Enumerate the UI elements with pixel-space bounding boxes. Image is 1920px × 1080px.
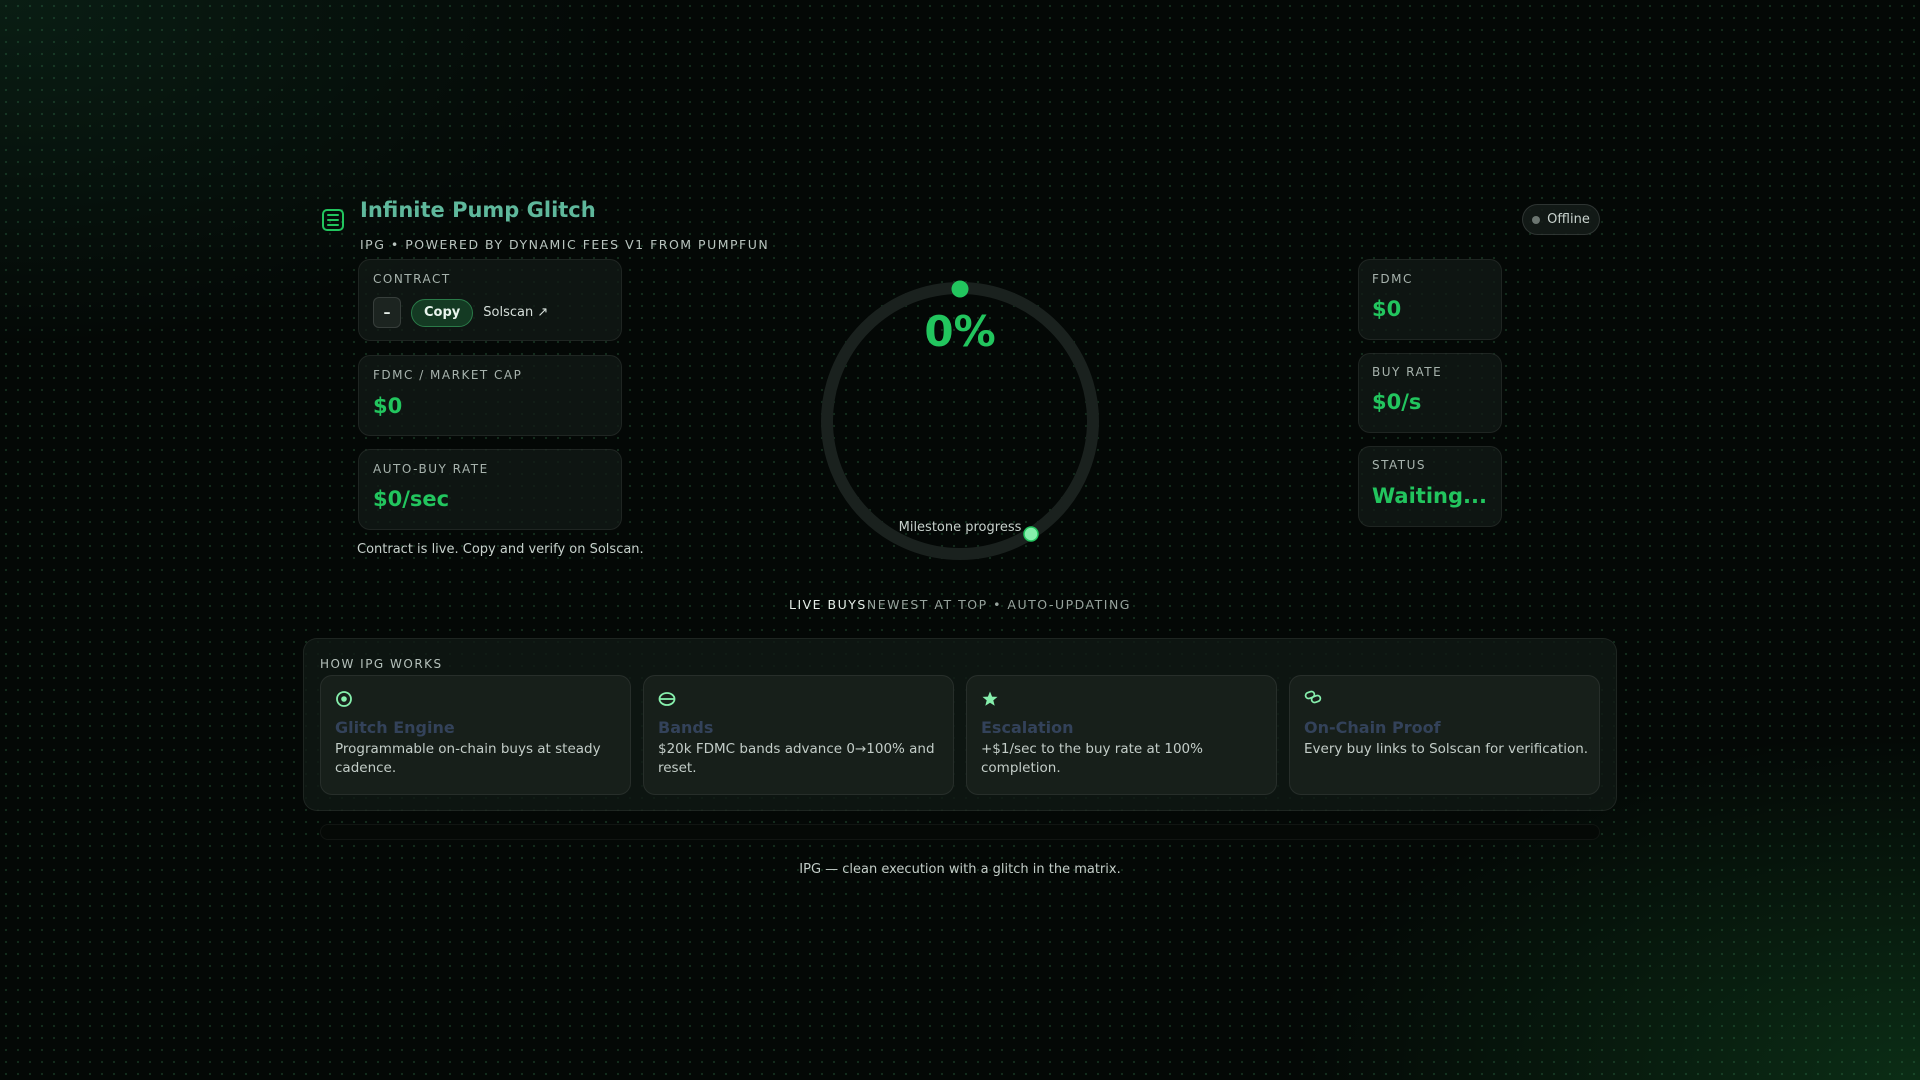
feature-card-body: +$1/sec to the buy rate at 100% completi… xyxy=(981,741,1203,776)
contract-label: CONTRACT xyxy=(373,272,451,286)
feature-card-body: $20k FDMC bands advance 0→100% and reset… xyxy=(658,741,935,776)
bands-icon xyxy=(658,692,676,706)
auto-buy-rate-label: AUTO-BUY RATE xyxy=(373,462,489,476)
solscan-link[interactable]: Solscan ↗ xyxy=(483,305,548,320)
feature-card-body: Programmable on-chain buys at steady cad… xyxy=(335,741,601,776)
fdmc-label: FDMC xyxy=(1372,272,1413,286)
fdmc-market-cap-panel: FDMC / MARKET CAP $0 xyxy=(358,355,622,436)
auto-buy-rate-panel: AUTO-BUY RATE $0/sec xyxy=(358,449,622,530)
feature-card-title: Glitch Engine xyxy=(335,718,455,737)
feature-card-bands: Bands $20k FDMC bands advance 0→100% and… xyxy=(643,675,954,795)
live-buys-title: LIVE BUYS xyxy=(788,597,867,612)
fdmc-market-cap-value: $0 xyxy=(373,394,403,418)
progress-percent: 0% xyxy=(924,307,996,356)
connection-status-text: Offline xyxy=(1547,212,1590,227)
feature-card-title: On-Chain Proof xyxy=(1304,718,1441,737)
contract-note: Contract is live. Copy and verify on Sol… xyxy=(357,542,644,557)
app-title: Infinite Pump Glitch xyxy=(360,198,596,222)
how-it-works-section: HOW IPG WORKS Glitch Engine Programmable… xyxy=(303,638,1617,811)
progress-start-marker xyxy=(951,280,969,298)
feature-card-title: Bands xyxy=(658,718,714,737)
chain-link-icon xyxy=(1304,690,1322,704)
buy-rate-value: $0/s xyxy=(1372,390,1422,414)
fdmc-value: $0 xyxy=(1372,297,1402,321)
fdmc-market-cap-label: FDMC / MARKET CAP xyxy=(373,368,523,382)
feature-card-body: Every buy links to Solscan for verificat… xyxy=(1304,741,1589,757)
copy-button[interactable]: Copy xyxy=(411,298,474,327)
feature-card-escalation: Escalation +$1/sec to the buy rate at 10… xyxy=(966,675,1277,795)
feature-card-title: Escalation xyxy=(981,718,1074,737)
buy-rate-panel: BUY RATE $0/s xyxy=(1358,353,1502,433)
footer-tagline: IPG — clean execution with a glitch in t… xyxy=(799,862,1121,877)
live-buys-header: LIVE BUYSNEWEST AT TOP • AUTO-UPDATING xyxy=(660,597,1260,612)
target-icon xyxy=(336,691,352,707)
contract-address-field[interactable]: – xyxy=(373,297,401,328)
how-it-works-heading: HOW IPG WORKS xyxy=(320,657,443,671)
status-panel: STATUS Waiting... xyxy=(1358,446,1502,527)
auto-buy-rate-value: $0/sec xyxy=(373,487,450,511)
menu-icon[interactable] xyxy=(322,209,344,231)
contract-panel: CONTRACT – Copy Solscan ↗ xyxy=(358,259,622,341)
status-label: STATUS xyxy=(1372,458,1427,472)
feature-card-glitch-engine: Glitch Engine Programmable on-chain buys… xyxy=(320,675,631,795)
milestone-progress-label: Milestone progress xyxy=(898,520,1022,535)
buy-rate-label: BUY RATE xyxy=(1372,365,1443,379)
status-value: Waiting... xyxy=(1372,484,1487,508)
status-dot-icon xyxy=(1532,215,1541,224)
live-buys-subtitle: NEWEST AT TOP • AUTO-UPDATING xyxy=(866,597,1131,612)
fdmc-panel: FDMC $0 xyxy=(1358,259,1502,340)
app-subtitle: IPG • POWERED BY DYNAMIC FEES V1 FROM PU… xyxy=(360,237,770,252)
connection-status-badge: Offline xyxy=(1522,204,1600,235)
feature-card-on-chain-proof: On-Chain Proof Every buy links to Solsca… xyxy=(1289,675,1600,795)
star-icon xyxy=(982,691,998,706)
glitch-progress-bar xyxy=(320,824,1600,840)
